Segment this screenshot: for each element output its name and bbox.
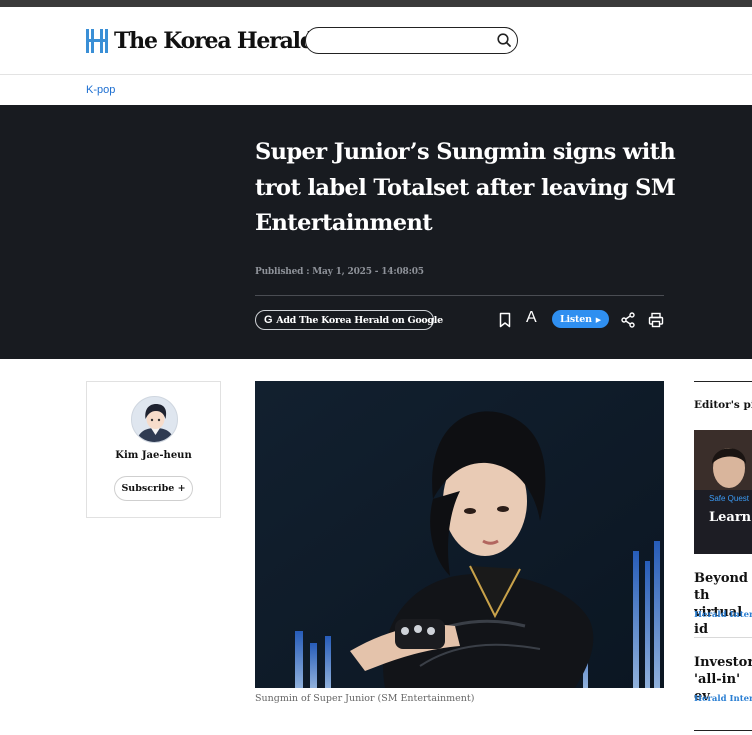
article-photo [255,381,664,688]
top-strip [0,0,752,7]
article-headline: Super Junior’s Sungmin signs with trot l… [255,139,676,236]
share-icon[interactable] [619,311,637,329]
divider [694,730,752,731]
category-bar: K-pop [0,76,752,105]
site-logo[interactable]: The Korea Herald [86,27,315,55]
play-icon: ▶ [595,314,601,324]
article-hero: Super Junior’s Sungmin signs with trot l… [0,105,752,359]
divider [694,381,752,382]
herald-logo-icon [86,29,108,53]
search-icon[interactable] [496,32,512,48]
aside-item-title[interactable]: Beyond th virtual id [694,570,752,638]
search-input[interactable] [318,31,488,49]
aside-item-section[interactable]: Herald Intervi [694,610,752,620]
feature-card[interactable] [694,430,752,554]
published-date: Published : May 1, 2025 - 14:08:05 [255,267,424,277]
listen-button[interactable]: Listen ▶ [552,310,609,328]
add-on-google-label: Add The Korea Herald on Google [276,314,443,326]
search-box [305,27,518,54]
logo-wordmark: The Korea Herald [114,28,315,54]
font-size-icon[interactable]: A [526,309,537,327]
aside-item-section[interactable]: Herald Intervi [694,694,752,704]
bookmark-icon[interactable] [496,311,514,329]
add-on-google-button[interactable]: G Add The Korea Herald on Google [255,310,443,330]
google-icon: G [264,314,273,326]
author-avatar[interactable] [131,396,178,443]
photo-caption: Sungmin of Super Junior (SM Entertainmen… [255,693,475,704]
author-card: Kim Jae-heun Subscribe + [86,381,221,518]
category-link-kpop[interactable]: K-pop [86,84,115,96]
feature-tag: Safe Quest [709,494,750,503]
subscribe-button[interactable]: Subscribe + [114,476,193,501]
listen-label: Listen [560,313,592,325]
print-icon[interactable] [647,311,665,329]
feature-title[interactable]: Learn drama [709,509,752,526]
editors-picks: Editor's pi Safe Quest Learn drama Beyon… [694,381,752,735]
editors-picks-title: Editor's pi [694,399,752,411]
site-header: The Korea Herald [0,7,752,75]
divider [255,295,664,296]
divider [694,637,752,638]
author-name[interactable]: Kim Jae-heun [87,450,220,461]
